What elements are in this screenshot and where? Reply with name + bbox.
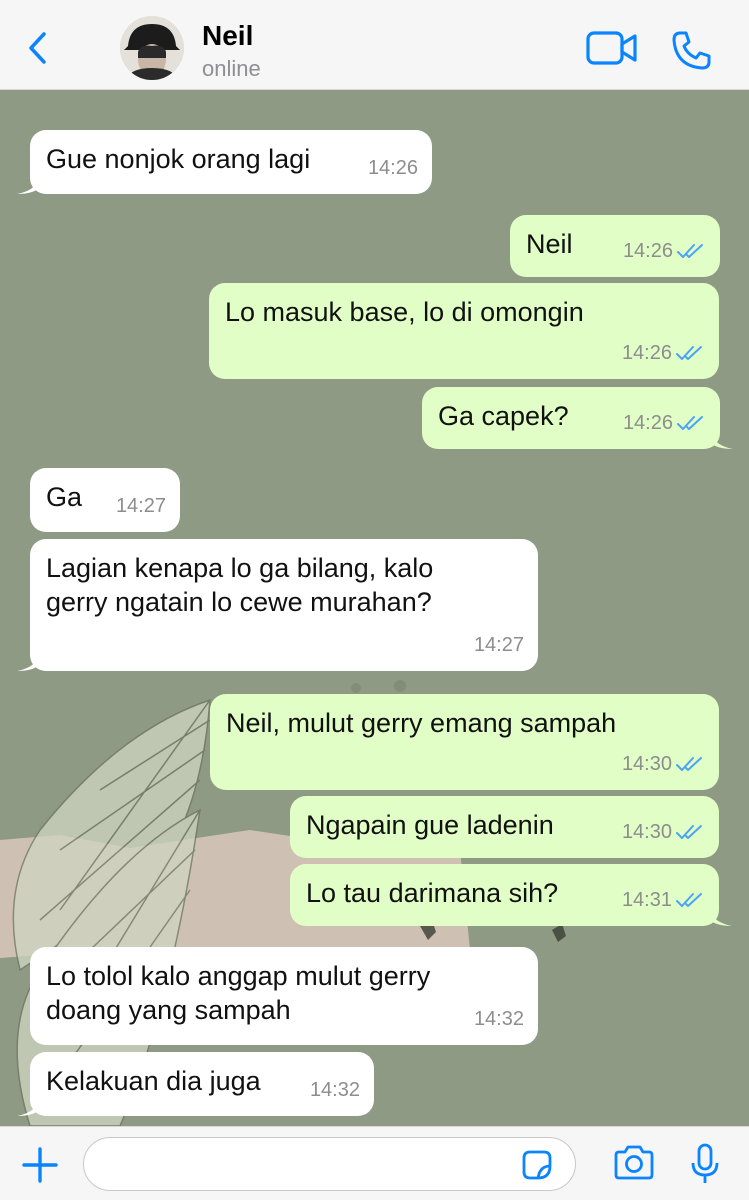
back-button[interactable] xyxy=(22,28,56,68)
bubble-tail xyxy=(17,172,41,194)
incoming-message[interactable]: Kelakuan dia juga 14:32 xyxy=(17,1052,374,1116)
message-meta: 14:26 xyxy=(623,406,706,440)
double-check-icon xyxy=(677,244,703,258)
message-time: 14:31 xyxy=(621,889,672,911)
bubble-tail xyxy=(17,1094,41,1116)
contact-avatar[interactable] xyxy=(120,16,184,80)
chevron-left-icon xyxy=(29,32,46,64)
incoming-message[interactable]: Gue nonjok orang lagi 14:26 xyxy=(17,130,432,194)
double-check-icon xyxy=(676,825,702,839)
message-time: 14:30 xyxy=(621,821,672,843)
bubble-tail xyxy=(708,904,732,926)
message-meta: 14:26 xyxy=(368,151,418,185)
voice-message-button[interactable] xyxy=(690,1143,720,1190)
bubble-tail xyxy=(709,427,733,449)
outgoing-message[interactable]: Lo tau darimana sih? 14:31 xyxy=(290,864,732,926)
message-time: 14:32 xyxy=(309,1079,360,1101)
read-receipt xyxy=(675,891,705,909)
message-meta: 14:27 xyxy=(474,628,524,662)
message-text: Gue nonjok orang lagi xyxy=(46,144,311,174)
microphone-icon xyxy=(691,1143,719,1183)
chat-header: Neil online xyxy=(0,0,749,90)
message-input-bar xyxy=(0,1126,749,1200)
message-text: Lo tolol kalo anggap mulut gerry doang y… xyxy=(46,961,431,1025)
bubble-tail xyxy=(17,649,41,671)
voice-call-button[interactable] xyxy=(670,30,712,77)
message-meta: 14:27 xyxy=(116,489,166,523)
camera-icon xyxy=(614,1145,654,1180)
plus-icon xyxy=(22,1147,58,1183)
attach-button[interactable] xyxy=(20,1145,60,1190)
message-time: 14:26 xyxy=(622,412,673,434)
phone-icon xyxy=(672,31,711,70)
message-meta: 14:32 xyxy=(474,1002,524,1036)
message-time: 14:30 xyxy=(621,753,672,775)
sticker-icon xyxy=(522,1150,552,1180)
message-time: 14:26 xyxy=(622,240,673,262)
read-receipt xyxy=(676,242,706,260)
outgoing-message[interactable]: Ngapain gue ladenin 14:30 xyxy=(290,796,719,858)
sticker-button[interactable] xyxy=(520,1148,554,1187)
message-text: Neil, mulut gerry emang sampah xyxy=(226,708,617,738)
incoming-message[interactable]: Ga 14:27 xyxy=(30,468,180,532)
contact-status: online xyxy=(202,56,261,81)
double-check-icon xyxy=(676,346,702,360)
message-meta: 14:30 xyxy=(622,747,705,781)
contact-name[interactable]: Neil xyxy=(202,20,253,52)
read-receipt xyxy=(676,414,706,432)
message-meta: 14:26 xyxy=(622,336,705,370)
message-meta: 14:26 xyxy=(623,234,706,268)
double-check-icon xyxy=(677,416,703,430)
incoming-message[interactable]: Lagian kenapa lo ga bilang, kalo gerry n… xyxy=(17,539,538,671)
read-receipt xyxy=(675,344,705,362)
double-check-icon xyxy=(676,893,702,907)
chat-area[interactable]: Gue nonjok orang lagi 14:26 Neil 14:26 Lo ma… xyxy=(0,90,749,1126)
message-time: 14:26 xyxy=(367,157,418,179)
message-field[interactable] xyxy=(83,1137,576,1191)
message-time: 14:27 xyxy=(115,495,166,517)
read-receipt xyxy=(675,755,705,773)
message-time: 14:26 xyxy=(621,342,672,364)
message-input[interactable] xyxy=(102,1146,506,1184)
message-text: Lo masuk base, lo di omongin xyxy=(225,297,584,327)
incoming-message[interactable]: Lo tolol kalo anggap mulut gerry doang y… xyxy=(30,947,538,1045)
read-receipt xyxy=(675,823,705,841)
video-call-button[interactable] xyxy=(586,30,638,71)
message-meta: 14:32 xyxy=(310,1073,360,1107)
message-meta: 14:31 xyxy=(622,883,705,917)
outgoing-message[interactable]: Neil 14:26 xyxy=(510,215,720,277)
double-check-icon xyxy=(676,757,702,771)
camera-button[interactable] xyxy=(612,1145,656,1186)
message-text: Lagian kenapa lo ga bilang, kalo gerry n… xyxy=(46,553,434,617)
message-time: 14:27 xyxy=(473,634,524,656)
outgoing-message[interactable]: Lo masuk base, lo di omongin 14:26 xyxy=(209,283,719,379)
outgoing-message[interactable]: Neil, mulut gerry emang sampah 14:30 xyxy=(210,694,719,790)
message-meta: 14:30 xyxy=(622,815,705,849)
message-time: 14:32 xyxy=(473,1008,524,1030)
video-camera-icon xyxy=(586,31,637,65)
outgoing-message[interactable]: Ga capek? 14:26 xyxy=(422,387,733,449)
